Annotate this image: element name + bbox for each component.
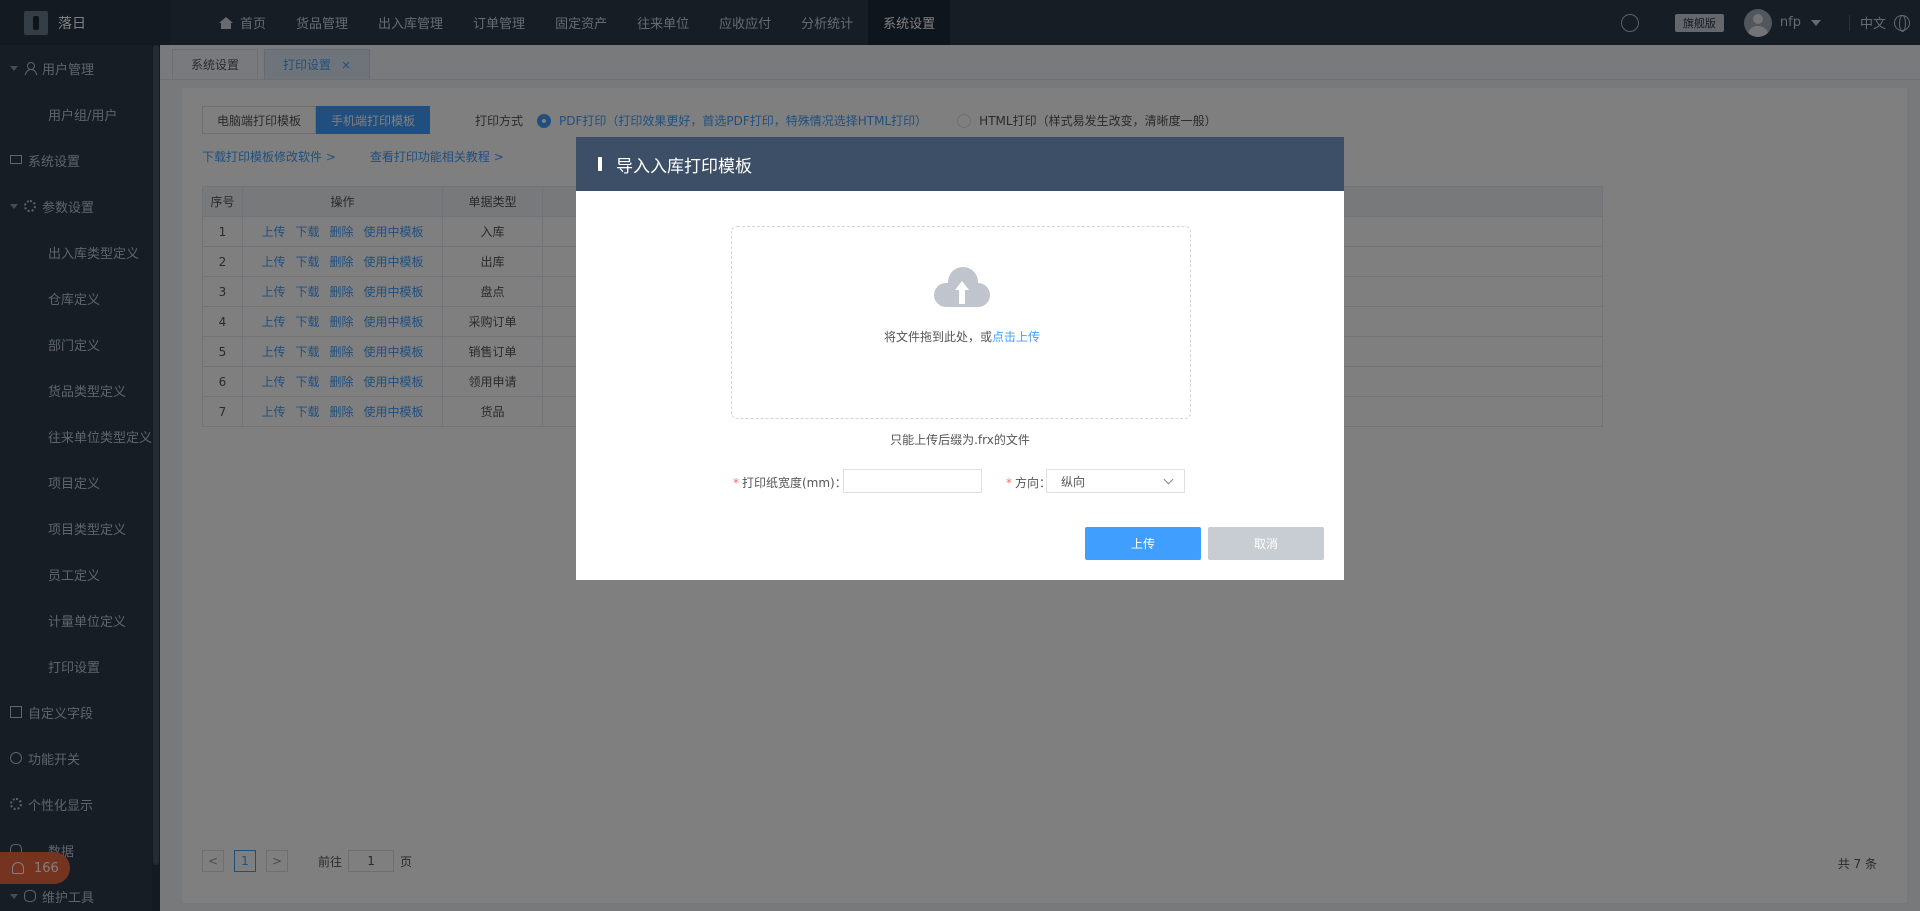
dialog-form: * 打印纸宽度(mm)： * 方向： 纵向: [576, 469, 1344, 493]
title-bar-mark: [598, 157, 602, 171]
upload-tip: 只能上传后缀为.frx的文件: [890, 433, 1030, 447]
import-template-dialog: 导入入库打印模板 将文件拖到此处，或点击上传 只能上传后缀为.frx的文件 * 打…: [576, 137, 1344, 580]
upload-dropzone[interactable]: 将文件拖到此处，或点击上传: [731, 226, 1191, 419]
cancel-button[interactable]: 取消: [1208, 527, 1324, 560]
cloud-upload-icon: [934, 267, 990, 307]
dropzone-text: 将文件拖到此处，或点击上传: [883, 330, 1041, 344]
direction-label: * 方向：: [1006, 476, 1052, 490]
upload-button[interactable]: 上传: [1085, 527, 1201, 560]
click-upload-link[interactable]: 点击上传: [992, 330, 1040, 344]
direction-select[interactable]: 纵向: [1046, 469, 1185, 493]
dialog-header: 导入入库打印模板: [576, 137, 1344, 191]
paper-width-label: * 打印纸宽度(mm)：: [733, 476, 847, 490]
chevron-down-icon: [1163, 474, 1174, 485]
paper-width-input[interactable]: [843, 469, 982, 493]
dialog-title: 导入入库打印模板: [616, 156, 752, 177]
